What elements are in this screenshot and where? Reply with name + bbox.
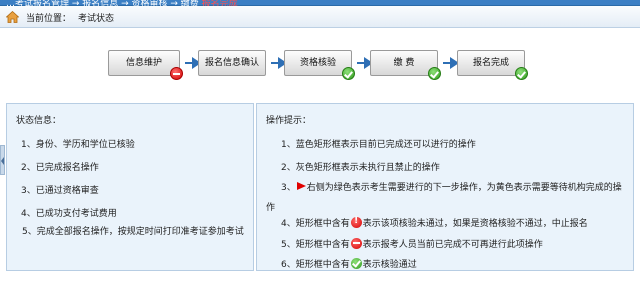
step-payment[interactable]: 缴 费 [370, 50, 441, 80]
red-arrow-icon [296, 182, 306, 190]
location-value: 考试状态 [78, 14, 115, 24]
minus-icon [350, 238, 362, 249]
check-icon [428, 67, 441, 80]
status-item: 1、身份、学历和学位已核验 [21, 140, 135, 150]
check-icon [342, 67, 355, 80]
tips-panel-title: 操作提示： [266, 116, 312, 126]
not-passed-icon [170, 67, 183, 80]
status-item: 5、完成全部报名操作，按规定时间打印准考证参加考试 [22, 227, 244, 237]
step-label: 缴 费 [393, 58, 415, 68]
operation-tips-panel: 操作提示： 1、蓝色矩形框表示目前已完成还可以进行的操作 2、灰色矩形框表示未执… [256, 103, 634, 271]
status-item: 2、已完成报名操作 [21, 163, 99, 173]
step-registration-complete[interactable]: 报名完成 [457, 50, 528, 80]
tip-item: 4、矩形框中含有表示该项核验未通过，如果是资格核验不通过，中止报名 [281, 216, 588, 229]
status-info-panel: 状态信息： 1、身份、学历和学位已核验 2、已完成报名操作 3、已通过资格审查 … [6, 103, 254, 271]
step-label: 报名完成 [472, 58, 509, 68]
location-bar: 当前位置： 考试状态 [0, 6, 640, 28]
status-item: 4、已成功支付考试费用 [21, 209, 117, 219]
step-label: 信息维护 [125, 58, 162, 68]
step-qualification-check[interactable]: 资格核验 [284, 50, 355, 80]
step-registration-confirm[interactable]: 报名信息确认 [198, 50, 266, 76]
check-icon [350, 258, 362, 269]
step-label: 报名信息确认 [204, 58, 259, 68]
tip-item: 1、蓝色矩形框表示目前已完成还可以进行的操作 [281, 140, 476, 150]
home-icon[interactable] [6, 11, 19, 23]
sidebar-toggle-handle[interactable] [0, 145, 5, 175]
tip-item: 5、矩形框中含有 表示报考人员当前已完成不可再进行此项操作 [281, 238, 543, 250]
check-icon [515, 67, 528, 80]
step-info-maintenance[interactable]: 信息维护 [108, 50, 183, 80]
step-label: 资格核验 [299, 58, 336, 68]
tip-item: 3、 右侧为绿色表示考生需要进行的下一步操作，为黄色表示需要等待机构完成的操作 [266, 182, 622, 213]
registration-steps: 信息维护 报名信息确认 资格核验 缴 费 报名完成 [0, 40, 640, 90]
status-panel-title: 状态信息： [16, 116, 62, 126]
tip-item: 6、矩形框中含有 表示核验通过 [281, 258, 417, 270]
status-item: 3、已通过资格审查 [21, 186, 99, 196]
warning-icon [350, 216, 362, 228]
location-label: 当前位置： [26, 14, 72, 24]
tip-item: 2、灰色矩形框表示未执行且禁止的操作 [281, 163, 440, 173]
